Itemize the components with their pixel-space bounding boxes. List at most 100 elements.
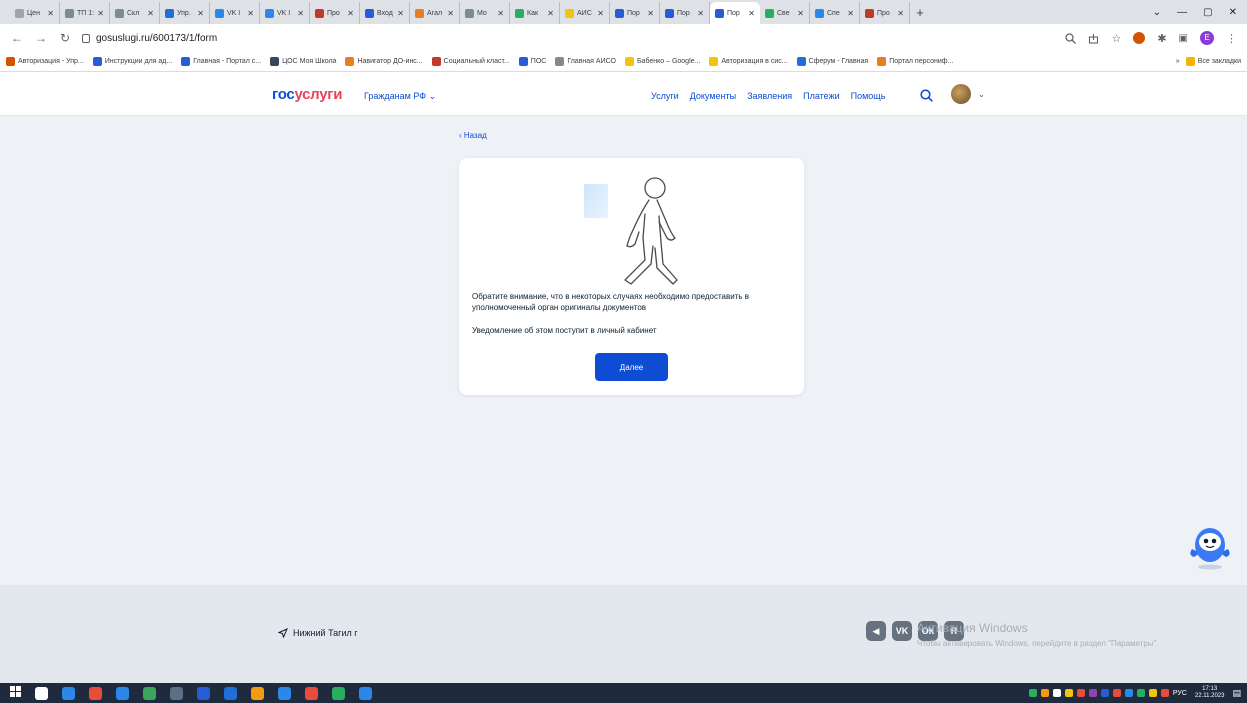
- tray-icon[interactable]: [1100, 689, 1109, 697]
- tab-close-icon[interactable]: ✕: [247, 9, 254, 18]
- browser-tab[interactable]: АИС ✕: [560, 2, 610, 24]
- taskbar-app-icon[interactable]: [89, 686, 102, 700]
- notifications-icon[interactable]: ▤: [1232, 688, 1241, 699]
- extension-icon[interactable]: [1133, 32, 1146, 44]
- all-bookmarks[interactable]: Все закладки: [1185, 57, 1241, 66]
- taskbar-app-icon[interactable]: [116, 686, 129, 700]
- bookmark-item[interactable]: Главная - Портал с...: [181, 57, 261, 66]
- reload-icon[interactable]: ↻: [58, 31, 72, 45]
- tray-icon[interactable]: [1124, 689, 1133, 697]
- tab-close-icon[interactable]: ✕: [297, 9, 304, 18]
- browser-tab[interactable]: Све ✕: [760, 2, 810, 24]
- tab-close-icon[interactable]: ✕: [647, 9, 654, 18]
- bookmark-item[interactable]: Инструкции для ад...: [92, 57, 172, 66]
- next-button[interactable]: Далее: [595, 353, 668, 381]
- windows-start-icon[interactable]: [10, 684, 21, 702]
- taskbar-app-icon[interactable]: [170, 686, 183, 700]
- nav-payments[interactable]: Платежи: [803, 91, 840, 101]
- taskbar-app-icon[interactable]: [332, 686, 345, 700]
- vk-icon[interactable]: VK: [892, 621, 912, 641]
- bookmark-item[interactable]: Главная АИСО: [555, 57, 616, 66]
- minimize-icon[interactable]: —: [1177, 7, 1187, 18]
- browser-tab[interactable]: VK I ✕: [210, 2, 260, 24]
- profile-avatar[interactable]: E: [1200, 31, 1214, 45]
- back-arrow-icon[interactable]: ←: [10, 31, 24, 45]
- tab-close-icon[interactable]: ✕: [497, 9, 504, 18]
- tab-close-icon[interactable]: ✕: [797, 9, 804, 18]
- browser-tab[interactable]: VK I ✕: [260, 2, 310, 24]
- bookmark-item[interactable]: Навигатор ДО-инс...: [345, 57, 423, 66]
- taskbar-app-icon[interactable]: [359, 686, 372, 700]
- tray-icon[interactable]: [1028, 689, 1037, 697]
- bookmark-star-icon[interactable]: ☆: [1111, 32, 1121, 45]
- chevron-down-icon[interactable]: ⌄: [978, 90, 985, 99]
- url-text[interactable]: gosuslugi.ru/600173/1/form: [96, 33, 217, 44]
- tab-close-icon[interactable]: ✕: [197, 9, 204, 18]
- tab-close-icon[interactable]: ✕: [547, 9, 554, 18]
- bookmark-item[interactable]: ЦОС Моя Школа: [270, 57, 336, 66]
- taskbar-app-icon[interactable]: [35, 686, 48, 700]
- tray-icon[interactable]: [1076, 689, 1085, 697]
- bookmark-item[interactable]: Авторизация в сис...: [709, 57, 788, 66]
- clock[interactable]: 17:13 22.11.2023: [1195, 686, 1225, 700]
- search-icon[interactable]: [920, 89, 933, 102]
- bookmark-item[interactable]: Портал персониф...: [877, 57, 953, 66]
- new-tab-button[interactable]: +: [910, 2, 930, 24]
- browser-tab[interactable]: Вход ✕: [360, 2, 410, 24]
- citizens-dropdown[interactable]: Гражданам РФ ⌄: [364, 91, 436, 102]
- gosuslugi-logo[interactable]: госуслуги: [272, 86, 342, 103]
- telegram-icon[interactable]: ◀: [866, 621, 886, 641]
- tray-icon[interactable]: [1148, 689, 1157, 697]
- tab-close-icon[interactable]: ✕: [147, 9, 154, 18]
- nav-help[interactable]: Помощь: [851, 91, 886, 101]
- browser-tab[interactable]: Про ✕: [860, 2, 910, 24]
- zoom-icon[interactable]: [1065, 32, 1077, 44]
- taskbar-app-icon[interactable]: [62, 686, 75, 700]
- tab-close-icon[interactable]: ✕: [397, 9, 404, 18]
- tray-icon[interactable]: [1160, 689, 1169, 697]
- maximize-icon[interactable]: ▢: [1203, 7, 1212, 18]
- taskbar-app-icon[interactable]: [251, 686, 264, 700]
- forward-arrow-icon[interactable]: →: [34, 31, 48, 45]
- taskbar-app-icon[interactable]: [305, 686, 318, 700]
- bookmark-item[interactable]: Авторизация - Упр...: [6, 57, 84, 66]
- chrome-menu-icon[interactable]: ⋮: [1226, 32, 1237, 45]
- browser-tab[interactable]: Скл ✕: [110, 2, 160, 24]
- browser-tab[interactable]: Как ✕: [510, 2, 560, 24]
- url-field[interactable]: gosuslugi.ru/600173/1/form: [82, 33, 1055, 44]
- nav-documents[interactable]: Документы: [690, 91, 736, 101]
- tray-icon[interactable]: [1040, 689, 1049, 697]
- taskbar-app-icon[interactable]: [278, 686, 291, 700]
- tab-close-icon[interactable]: ✕: [597, 9, 604, 18]
- tab-close-icon[interactable]: ✕: [897, 9, 904, 18]
- tray-icon[interactable]: [1088, 689, 1097, 697]
- browser-tab[interactable]: Про ✕: [310, 2, 360, 24]
- tab-close-icon[interactable]: ✕: [697, 9, 704, 18]
- tray-icon[interactable]: [1112, 689, 1121, 697]
- sidepanel-icon[interactable]: ▣: [1179, 33, 1188, 44]
- browser-tab[interactable]: Пор ✕: [710, 2, 760, 24]
- nav-services[interactable]: Услуги: [651, 91, 679, 101]
- taskbar-app-icon[interactable]: [197, 686, 210, 700]
- tab-close-icon[interactable]: ✕: [47, 9, 54, 18]
- bookmark-item[interactable]: ПОС: [518, 57, 546, 66]
- bookmarks-overflow-icon[interactable]: »: [1176, 58, 1180, 65]
- nav-applications[interactable]: Заявления: [747, 91, 792, 101]
- close-window-icon[interactable]: ✕: [1229, 7, 1237, 18]
- extensions-puzzle-icon[interactable]: ✱: [1157, 32, 1166, 45]
- tray-icon[interactable]: [1136, 689, 1145, 697]
- browser-tab[interactable]: ТП 1: ✕: [60, 2, 110, 24]
- taskbar-app-icon[interactable]: [143, 686, 156, 700]
- taskbar-app-icon[interactable]: [224, 686, 237, 700]
- robot-assistant-icon[interactable]: [1188, 523, 1232, 571]
- browser-tab[interactable]: Агал ✕: [410, 2, 460, 24]
- bookmark-item[interactable]: Сферум - Главная: [796, 57, 868, 66]
- tab-search-icon[interactable]: ⌄: [1153, 7, 1161, 18]
- browser-tab[interactable]: Спе ✕: [810, 2, 860, 24]
- tab-close-icon[interactable]: ✕: [748, 9, 755, 18]
- bookmark-item[interactable]: Бабенко – Google...: [624, 57, 700, 66]
- user-avatar[interactable]: [951, 84, 971, 104]
- browser-tab[interactable]: Упр. ✕: [160, 2, 210, 24]
- tray-icon[interactable]: [1064, 689, 1073, 697]
- language-indicator[interactable]: РУС: [1173, 690, 1187, 697]
